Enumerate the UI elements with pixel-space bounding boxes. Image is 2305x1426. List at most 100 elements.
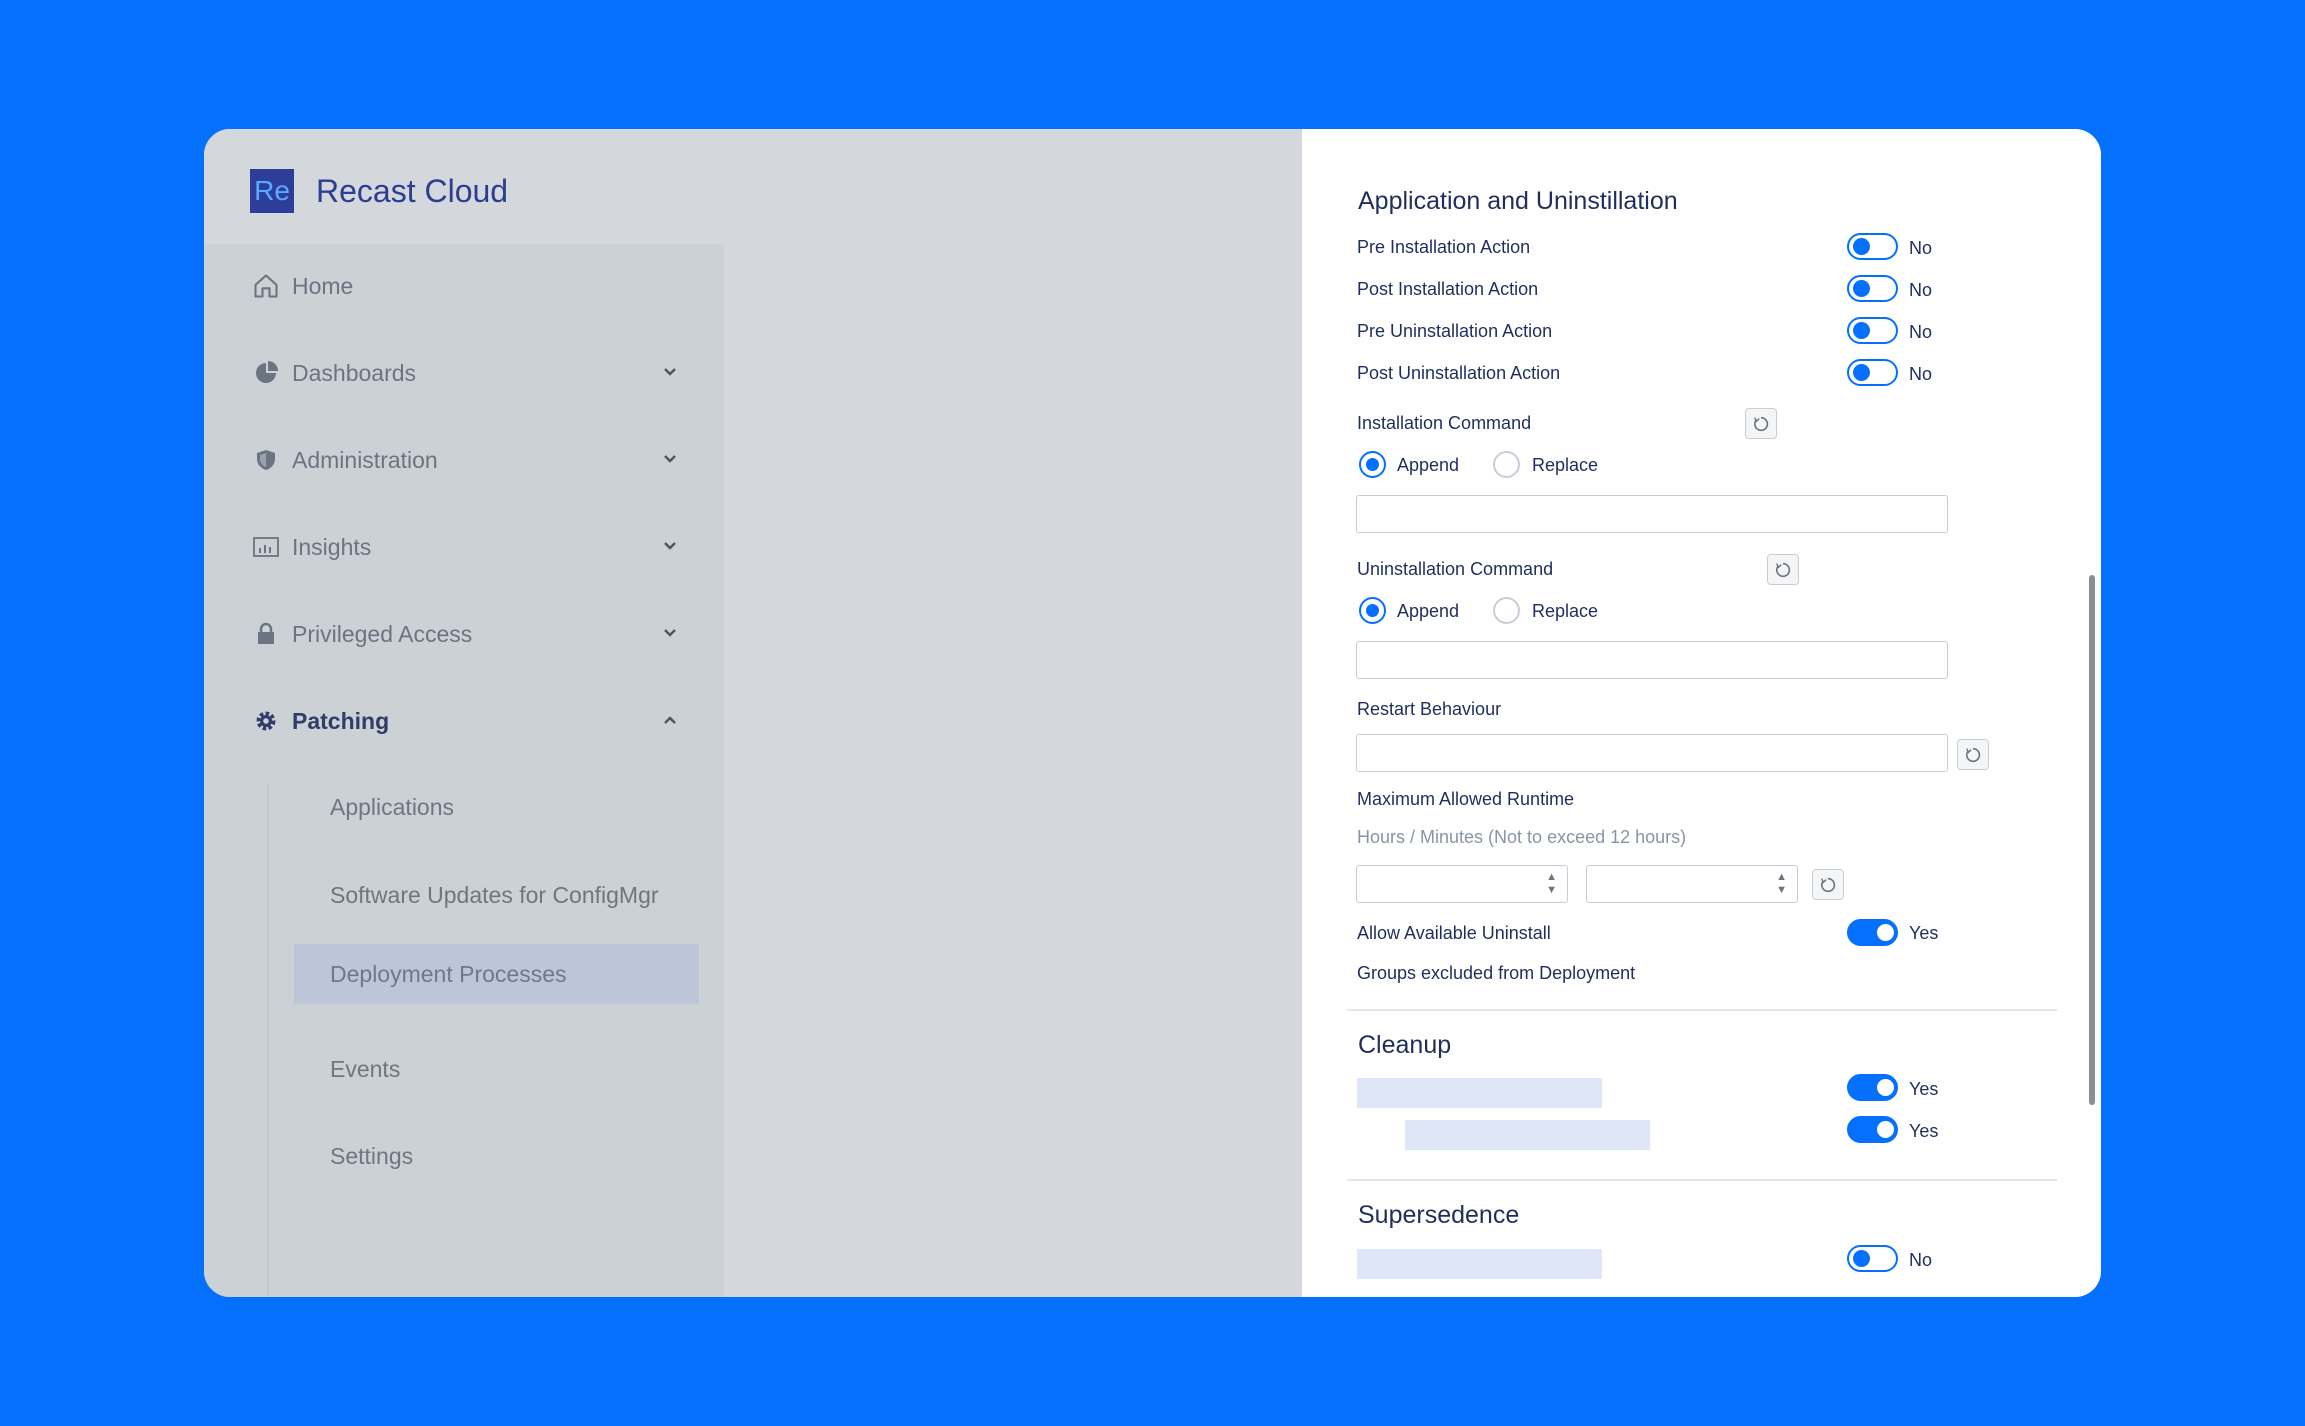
brand-name: Recast Cloud [316,172,509,209]
section-title-cleanup: Cleanup [1358,1031,1452,1059]
sidebar-item-insights[interactable]: Insights [250,527,690,567]
append-label: Append [1397,455,1460,475]
cleanup-placeholder-1 [1357,1078,1602,1108]
supersedence-placeholder [1357,1249,1602,1279]
sidebar-item-label: Privileged Access [292,620,473,647]
reset-button[interactable] [1745,408,1777,439]
subnav-item-settings[interactable]: Settings [294,1126,694,1186]
stepper-arrows-icon[interactable]: ▲ ▼ [1776,871,1787,897]
reset-icon [1774,561,1792,579]
cleanup-toggle-1[interactable] [1847,1074,1898,1101]
append-radio-uninstall[interactable] [1359,597,1386,624]
toggle-state: Yes [1909,923,1939,943]
reset-icon [1752,415,1770,433]
toggle-state: No [1909,322,1933,342]
toggle-knob [1853,1250,1870,1267]
cleanup-toggle-2[interactable] [1847,1116,1898,1143]
dimmed-content-area [724,129,1302,1297]
sidebar-item-patching[interactable]: Patching [250,701,690,741]
sidebar-item-dashboards[interactable]: Dashboards [250,353,690,393]
toggle-state: No [1909,1250,1933,1270]
post-uninstallation-toggle[interactable] [1847,359,1898,386]
post-uninstallation-label: Post Uninstallation Action [1357,363,1561,383]
section-divider [1347,1009,2057,1011]
reset-button[interactable] [1812,869,1844,900]
replace-label: Replace [1532,601,1599,621]
toggle-state: Yes [1909,1121,1939,1141]
uninstallation-command-input[interactable] [1356,641,1948,679]
cleanup-placeholder-2 [1405,1120,1650,1150]
deployment-settings-panel: Application and Uninstillation Pre Insta… [1302,129,2101,1297]
installation-command-input[interactable] [1356,495,1948,533]
chevron-down-icon[interactable] [660,448,680,475]
section-title-application: Application and Uninstillation [1358,187,1678,215]
chevron-down-icon[interactable] [660,622,680,649]
sidebar-item-home[interactable]: Home [250,266,690,306]
restart-behaviour-label: Restart Behaviour [1357,699,1502,719]
subnav-label: Deployment Processes [330,960,567,987]
toggle-knob [1877,924,1894,941]
pre-uninstallation-toggle[interactable] [1847,317,1898,344]
chevron-up-icon[interactable] [660,709,680,736]
subnav-label: Settings [330,1142,414,1169]
groups-excluded-label: Groups excluded from Deployment [1357,963,1636,983]
pre-installation-toggle[interactable] [1847,233,1898,260]
subnav-item-events[interactable]: Events [294,1039,694,1099]
minutes-stepper[interactable]: ▲ ▼ [1586,865,1798,903]
supersedence-toggle[interactable] [1847,1245,1898,1272]
reset-button[interactable] [1957,739,1989,770]
reset-icon [1964,746,1982,764]
hours-stepper[interactable]: ▲ ▼ [1356,865,1568,903]
section-divider [1347,1179,2057,1181]
subnav-item-applications[interactable]: Applications [294,777,694,837]
restart-behaviour-input[interactable] [1356,734,1948,772]
max-runtime-label: Maximum Allowed Runtime [1357,789,1575,809]
subnav-item-deployment-processes[interactable]: Deployment Processes [294,944,699,1004]
toggle-state: Yes [1909,1079,1939,1099]
subnav-label: Events [330,1055,401,1082]
gear-icon [250,705,282,737]
section-title-supersedence: Supersedence [1358,1201,1520,1229]
allow-uninstall-toggle[interactable] [1847,919,1898,946]
toggle-state: No [1909,364,1933,384]
sidebar: Re Recast Cloud Home Dashboards Administ… [204,129,724,1297]
subnav-label: Software Updates for ConfigMgr [330,881,659,908]
subnav-item-software-updates[interactable]: Software Updates for ConfigMgr [294,865,694,925]
toggle-knob [1877,1121,1894,1138]
replace-radio-install[interactable] [1493,451,1520,478]
sidebar-item-label: Patching [292,707,390,734]
sidebar-item-administration[interactable]: Administration [250,440,690,480]
toggle-knob [1877,1079,1894,1096]
sidebar-item-label: Administration [292,446,438,473]
allow-uninstall-label: Allow Available Uninstall [1357,923,1551,943]
stepper-arrows-icon[interactable]: ▲ ▼ [1546,871,1557,897]
brand-logo: Re [250,169,294,213]
brand[interactable]: Re Recast Cloud [250,169,508,213]
pie-chart-icon [250,357,282,389]
post-installation-label: Post Installation Action [1357,279,1539,299]
chevron-down-icon[interactable] [660,361,680,388]
sidebar-item-label: Home [292,272,354,299]
lock-icon [250,618,282,650]
home-icon [250,270,282,302]
sidebar-item-privileged-access[interactable]: Privileged Access [250,614,690,654]
post-installation-toggle[interactable] [1847,275,1898,302]
toggle-state: No [1909,238,1933,258]
max-runtime-hint: Hours / Minutes (Not to exceed 12 hours) [1357,827,1687,847]
toggle-state: No [1909,280,1933,300]
pre-uninstallation-label: Pre Uninstallation Action [1357,321,1553,341]
reset-button[interactable] [1767,554,1799,585]
replace-radio-uninstall[interactable] [1493,597,1520,624]
append-radio-install[interactable] [1359,451,1386,478]
bar-chart-icon [250,531,282,563]
shield-icon [250,444,282,476]
scrollbar[interactable] [2089,575,2095,1105]
pre-installation-label: Pre Installation Action [1357,237,1531,257]
sidebar-item-label: Dashboards [292,359,417,386]
uninstallation-command-label: Uninstallation Command [1357,559,1554,579]
submenu-line [267,784,269,1297]
append-label: Append [1397,601,1460,621]
app-window: Re Recast Cloud Home Dashboards Administ… [204,129,2101,1297]
chevron-down-icon[interactable] [660,535,680,562]
installation-command-label: Installation Command [1357,413,1532,433]
